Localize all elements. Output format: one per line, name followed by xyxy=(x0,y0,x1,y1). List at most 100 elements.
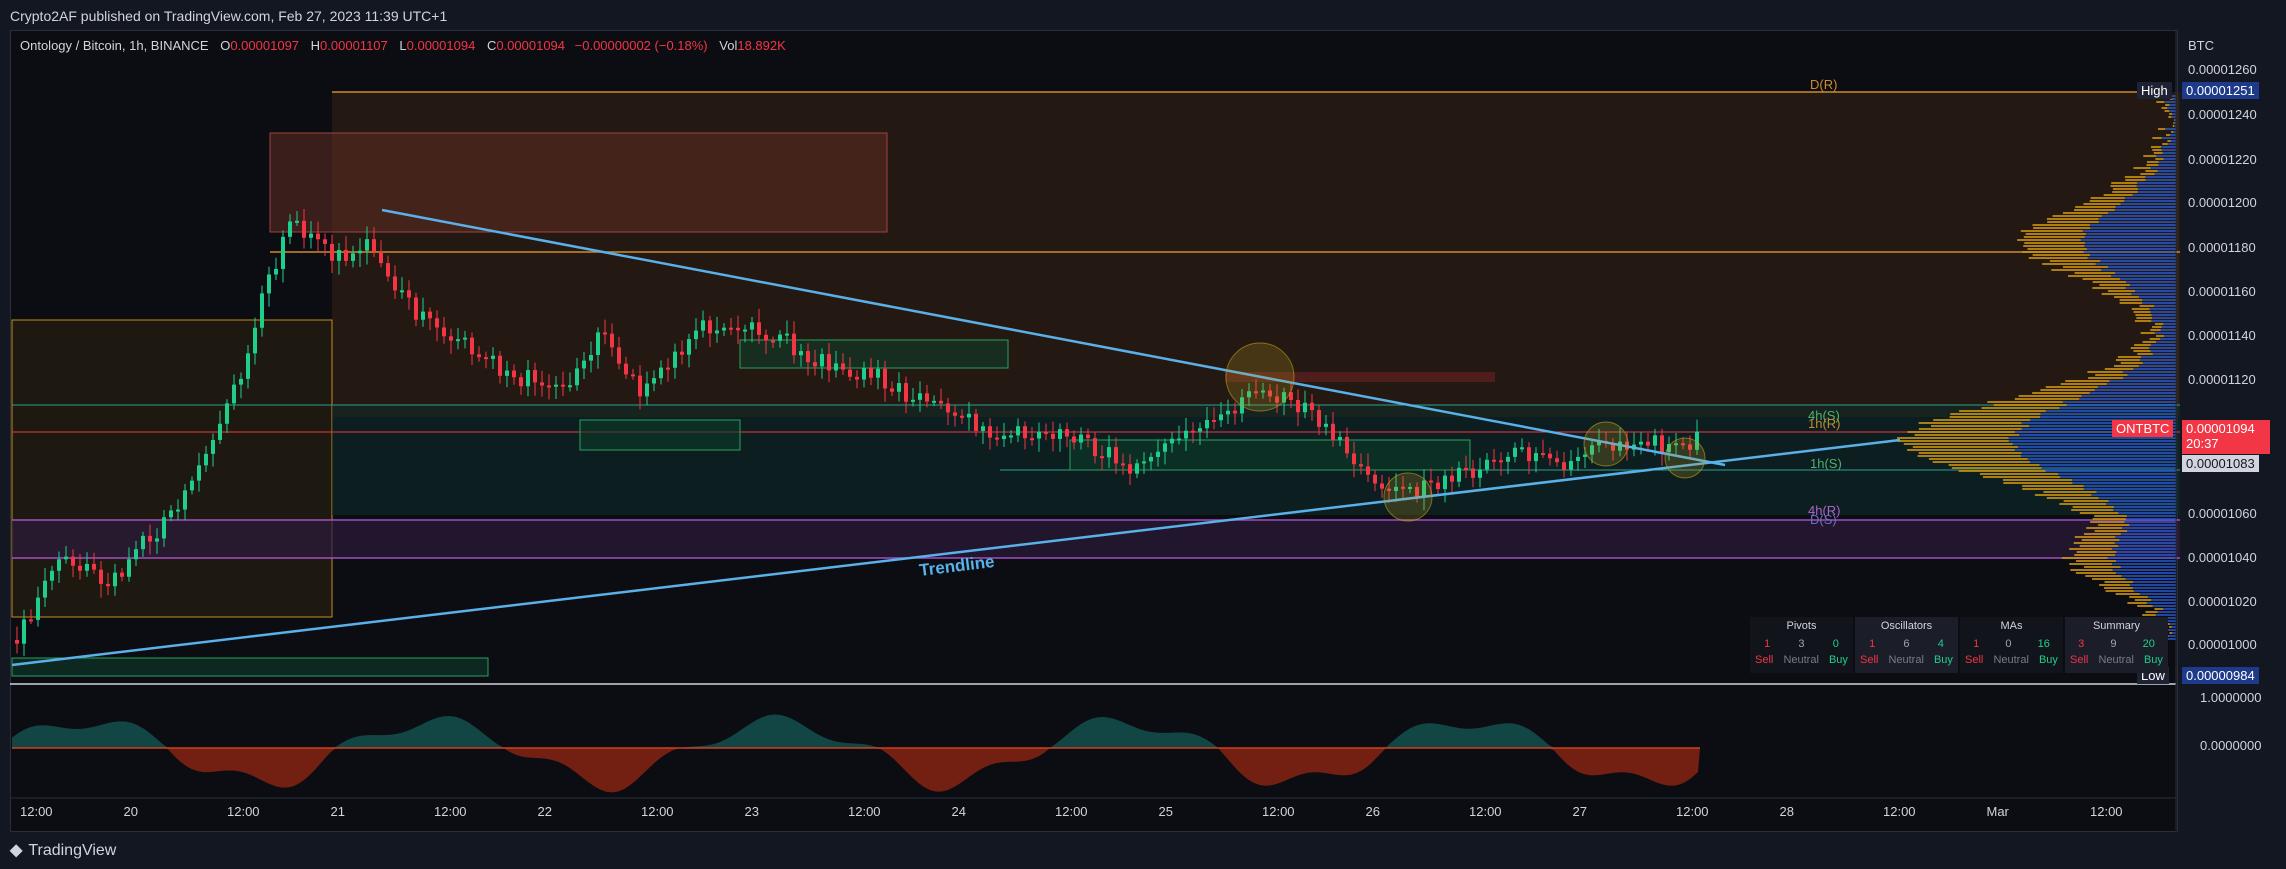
candle-body xyxy=(1303,402,1307,413)
volume-bar-buy xyxy=(2156,155,2176,157)
volume-bar-sell xyxy=(2152,326,2162,328)
candle-body xyxy=(960,415,964,418)
candle-body xyxy=(1058,429,1062,439)
volume-bar-buy xyxy=(2169,134,2176,136)
candle-body xyxy=(799,351,803,356)
candle-body xyxy=(834,363,838,371)
candle-body xyxy=(1023,426,1027,439)
candle-body xyxy=(918,393,922,400)
volume-bar-sell xyxy=(2047,221,2099,223)
volume-bar-buy xyxy=(2079,398,2176,400)
volume-bar-sell xyxy=(2152,149,2162,151)
volume-bar-buy xyxy=(2066,404,2176,406)
volume-bar-sell xyxy=(2088,377,2124,379)
volume-bar-sell xyxy=(2062,266,2109,268)
volume-bar-sell xyxy=(2083,203,2121,205)
candle-body xyxy=(1037,431,1041,439)
volume-bar-buy xyxy=(2125,578,2176,580)
candle-body xyxy=(1471,468,1475,478)
volume-bar-buy xyxy=(2130,284,2176,286)
close-value: 0.00001094 xyxy=(496,38,566,53)
volume-bar-sell xyxy=(1931,425,2030,427)
candle-body xyxy=(1212,419,1216,422)
volume-bar-sell xyxy=(2145,611,2158,613)
volume-bar-sell xyxy=(2075,572,2116,574)
volume-bar-sell xyxy=(2094,530,2128,532)
symbol-name: Ontology / Bitcoin, 1h, BINANCE xyxy=(20,38,209,53)
high-tag: High xyxy=(2137,82,2172,99)
volume-bar-buy xyxy=(2150,344,2176,346)
candle-body xyxy=(1135,463,1139,474)
candle-body xyxy=(204,453,208,466)
volume-bar-buy xyxy=(2163,323,2176,325)
technicals-neutral_label: Neutral xyxy=(1888,654,1924,666)
candle-body xyxy=(176,509,180,512)
candle-body xyxy=(652,378,656,384)
volume-bar-sell xyxy=(2074,554,2115,556)
volume-bar-buy xyxy=(2119,539,2176,541)
daily-support-zone xyxy=(12,520,2180,558)
time-tick: 12:00 xyxy=(848,804,881,819)
volume-bar-sell xyxy=(2167,140,2171,142)
candle-body xyxy=(596,332,600,356)
time-tick: 26 xyxy=(1365,804,1380,819)
volume-bar-buy xyxy=(2146,602,2176,604)
candle-body xyxy=(1660,435,1664,453)
volume-bar-sell xyxy=(2025,233,2086,235)
volume-bar-buy xyxy=(2160,338,2176,340)
candle-body xyxy=(876,368,880,378)
symbol-tag: ONTBTC xyxy=(2112,420,2174,437)
volume-bar-buy xyxy=(2138,296,2176,298)
volume-bar-sell xyxy=(2139,305,2155,307)
volume-bar-sell xyxy=(2135,314,2152,316)
candle-body xyxy=(267,274,271,294)
volume-bar-sell xyxy=(2119,302,2143,304)
volume-bar-sell xyxy=(2112,191,2138,193)
volume-bar-buy xyxy=(2124,197,2176,199)
candle-body xyxy=(512,370,516,378)
candle-body xyxy=(666,367,670,370)
volume-bar-sell xyxy=(1928,458,2028,460)
volume-bar-buy xyxy=(2029,461,2176,463)
volume-bar-buy xyxy=(2089,254,2176,256)
volume-bar-buy xyxy=(2120,203,2176,205)
h1-r-label: 1h(R) xyxy=(1808,416,1841,431)
time-tick: 12:00 xyxy=(641,804,674,819)
volume-bar-sell xyxy=(1982,476,2061,478)
candle-body xyxy=(162,517,166,539)
volume-bar-sell xyxy=(1981,407,2060,409)
technicals-group-title: Oscillators xyxy=(1880,620,1933,632)
candle-body xyxy=(1338,436,1342,440)
candle-body xyxy=(582,360,586,369)
candle-body xyxy=(1198,428,1202,432)
volume-bar-sell xyxy=(2024,242,2085,244)
price-tick: 0.00001200 xyxy=(2188,195,2257,210)
volume-bar-buy xyxy=(2129,584,2176,586)
volume-bar-sell xyxy=(2136,317,2153,319)
volume-bar-sell xyxy=(2083,566,2121,568)
candle-body xyxy=(99,569,103,584)
volume-bar-buy xyxy=(2116,551,2176,553)
technicals-group: Summary 3 9 20 Sell Neutral Buy xyxy=(2065,617,2168,673)
high-label: H xyxy=(310,38,321,53)
volume-bar-sell xyxy=(2152,137,2162,139)
volume-bar-buy xyxy=(2125,287,2176,289)
volume-bar-sell xyxy=(2071,509,2114,511)
candle-body xyxy=(1142,461,1146,464)
volume-bar-buy xyxy=(2169,104,2176,106)
d-s-label: D(S) xyxy=(1810,512,1837,527)
technicals-neutral-count: 9 xyxy=(2110,638,2117,650)
volume-bar-sell xyxy=(2067,275,2112,277)
volume-bar-sell xyxy=(2171,131,2174,133)
candle-body xyxy=(624,363,628,375)
candle-body xyxy=(106,583,110,587)
price-tick: 0.00001220 xyxy=(2188,152,2257,167)
volume-bar-buy xyxy=(2060,476,2176,478)
candle-body xyxy=(442,327,446,337)
high-value-tag: 0.00001251 xyxy=(2182,82,2259,99)
countdown: 20:37 xyxy=(2186,436,2219,451)
candle-body xyxy=(1093,438,1097,457)
volume-bar-sell xyxy=(2165,104,2170,106)
candle-body xyxy=(701,320,705,331)
candle-body xyxy=(1450,475,1454,482)
